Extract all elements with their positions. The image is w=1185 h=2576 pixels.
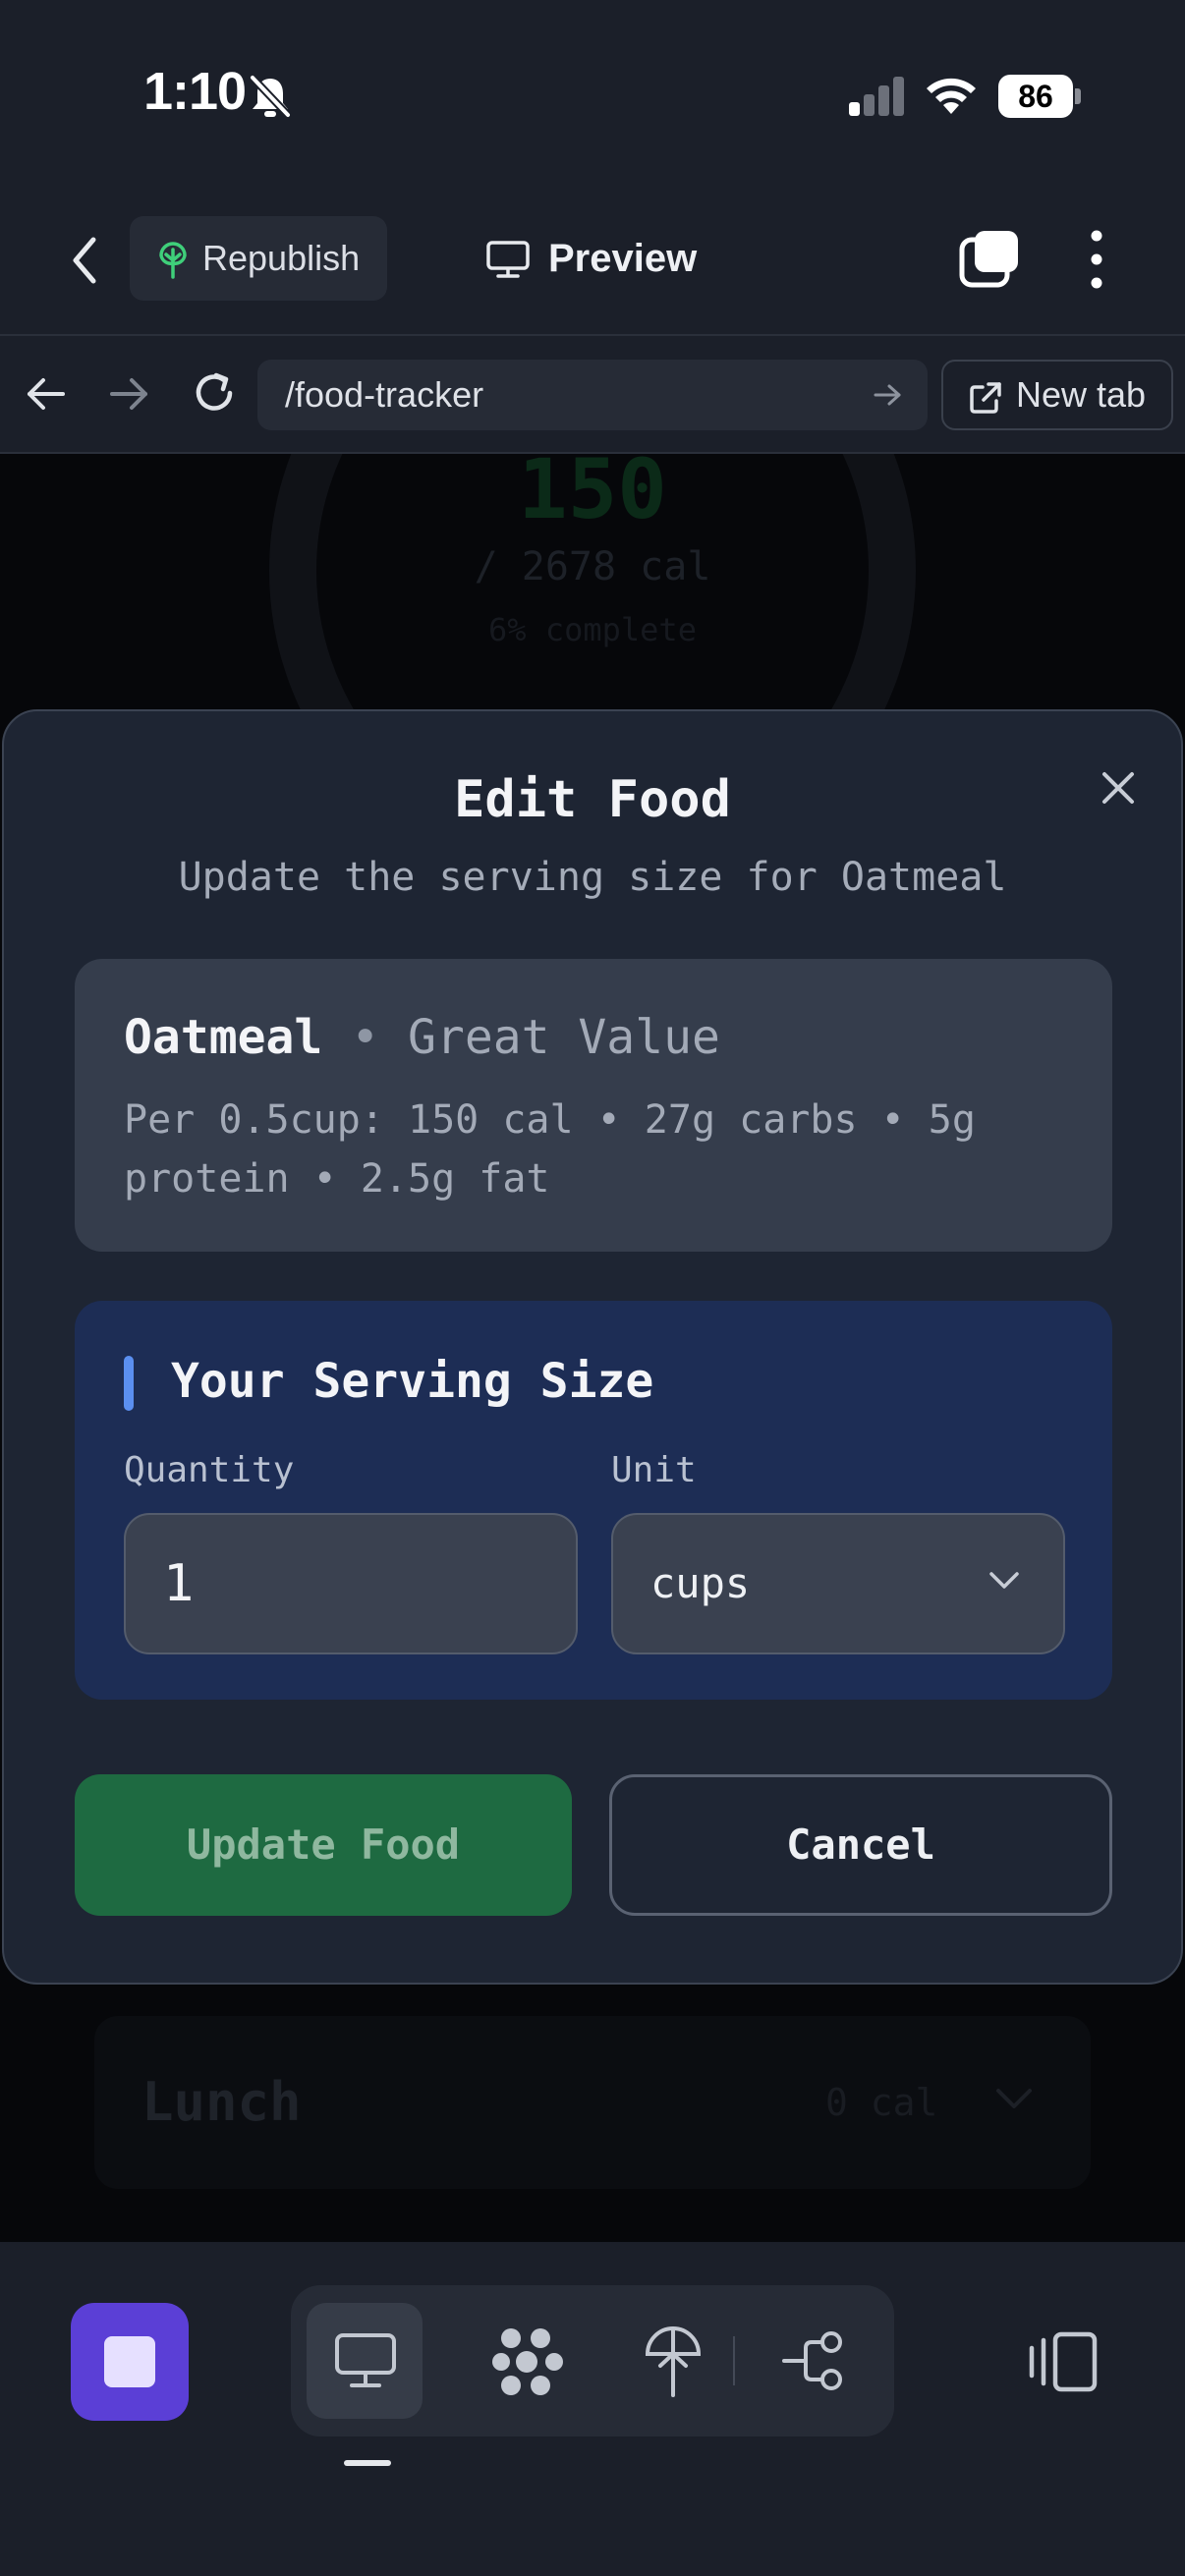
panel-toggle-button[interactable] xyxy=(1012,2309,1120,2417)
deploy-tree-icon xyxy=(159,242,187,279)
serving-size-section: Your Serving Size Quantity Unit cups xyxy=(75,1301,1112,1700)
meal-name: Lunch xyxy=(141,2071,302,2133)
active-tab-indicator xyxy=(344,2460,391,2466)
tool-preview-button[interactable] xyxy=(307,2303,423,2419)
url-bar[interactable]: /food-tracker xyxy=(257,360,928,430)
edit-food-dialog: Edit Food Update the serving size for Oa… xyxy=(2,709,1183,1985)
status-time: 1:10 xyxy=(143,62,247,121)
browser-toolbar: /food-tracker New tab xyxy=(0,334,1185,454)
food-title-line: Oatmeal • Great Value xyxy=(124,1010,720,1065)
more-vertical-icon[interactable] xyxy=(1077,228,1116,291)
stop-button[interactable] xyxy=(71,2303,189,2421)
republish-label: Republish xyxy=(202,238,361,278)
percent-complete: 6% complete xyxy=(488,611,697,648)
side-panel-icon xyxy=(1029,2331,1098,2392)
serving-size-title: Your Serving Size xyxy=(171,1354,654,1409)
signal-icon xyxy=(849,77,904,116)
url-text: /food-tracker xyxy=(285,374,484,415)
battery-icon: 86 xyxy=(998,75,1081,118)
external-link-icon xyxy=(970,382,1001,414)
monitor-icon xyxy=(335,2333,396,2387)
bell-slash-icon xyxy=(250,75,291,118)
tabs-icon[interactable] xyxy=(959,228,1022,291)
food-name: Oatmeal xyxy=(124,1010,323,1065)
calories-goal: / 2678 cal xyxy=(474,544,711,589)
chevron-down-icon xyxy=(996,2089,1032,2108)
unit-select[interactable]: cups xyxy=(611,1513,1065,1654)
git-branch-icon xyxy=(782,2331,842,2390)
meal-calories: 0 cal xyxy=(825,2081,938,2124)
food-separator: • xyxy=(351,1010,380,1065)
back-button[interactable] xyxy=(57,226,112,295)
bottom-toolbar xyxy=(0,2242,1185,2576)
tool-divider xyxy=(733,2336,735,2385)
dialog-subtitle: Update the serving size for Oatmeal xyxy=(178,855,1007,900)
chevron-down-icon xyxy=(989,1572,1019,1589)
chevron-left-icon xyxy=(73,237,96,284)
quantity-input[interactable] xyxy=(124,1513,578,1654)
agent-icon xyxy=(492,2328,563,2395)
arrow-left-icon[interactable] xyxy=(22,369,71,419)
monitor-icon xyxy=(486,241,530,278)
food-info-card: Oatmeal • Great Value Per 0.5cup: 150 ca… xyxy=(75,959,1112,1252)
meal-card-lunch: Lunch 0 cal xyxy=(94,2016,1091,2189)
unit-select-value: cups xyxy=(650,1559,751,1607)
cancel-button[interactable]: Cancel xyxy=(609,1774,1112,1916)
calories-consumed: 150 xyxy=(518,454,667,537)
deploy-icon xyxy=(645,2325,702,2397)
status-bar: 1:10 86 xyxy=(0,0,1185,187)
preview-label: Preview xyxy=(548,237,698,280)
new-tab-label: New tab xyxy=(1016,374,1147,415)
wifi-icon xyxy=(927,78,976,114)
tool-switcher xyxy=(291,2285,894,2436)
new-tab-button[interactable]: New tab xyxy=(941,360,1173,430)
update-food-button[interactable]: Update Food xyxy=(75,1774,572,1916)
battery-percent: 86 xyxy=(1018,79,1053,114)
stop-icon xyxy=(104,2336,155,2387)
preview-button[interactable]: Preview xyxy=(481,216,717,301)
food-nutrition: Per 0.5cup: 150 cal • 27g carbs • 5g pro… xyxy=(124,1097,976,1202)
unit-label: Unit xyxy=(611,1450,697,1490)
quantity-label: Quantity xyxy=(124,1450,295,1490)
arrow-right-icon[interactable] xyxy=(104,369,153,419)
tool-git-button[interactable] xyxy=(757,2303,873,2419)
app-header: Republish Preview xyxy=(0,187,1185,334)
tool-agent-button[interactable] xyxy=(470,2303,586,2419)
food-brand: Great Value xyxy=(408,1010,720,1065)
tool-deploy-button[interactable] xyxy=(615,2303,731,2419)
dialog-title: Edit Food xyxy=(454,770,731,829)
section-accent-bar xyxy=(124,1356,134,1411)
go-arrow-icon[interactable] xyxy=(873,381,902,409)
reload-icon[interactable] xyxy=(187,365,242,420)
republish-button[interactable]: Republish xyxy=(130,216,387,301)
